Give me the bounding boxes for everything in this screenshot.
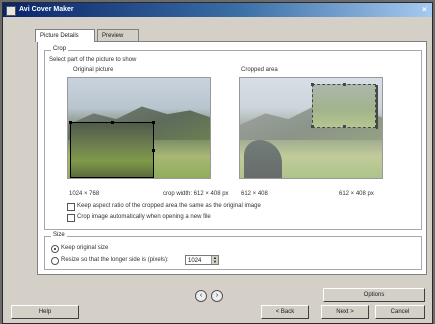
result-size-text: 612 × 408 — [241, 191, 268, 197]
title-bar[interactable]: Avi Cover Maker × — [3, 3, 432, 17]
wizard-window: Avi Cover Maker × Picture Details Previe… — [2, 2, 433, 324]
result-size-right-text: 612 × 408 px — [339, 191, 374, 197]
auto-crop-checkbox[interactable] — [67, 214, 75, 222]
preview-handle-top-left — [311, 83, 314, 86]
hills — [240, 106, 382, 140]
tab-picture-details[interactable]: Picture Details — [35, 29, 95, 42]
preview-handle-bottom-left — [311, 125, 314, 128]
help-button[interactable]: Help — [11, 305, 79, 319]
close-icon[interactable]: × — [420, 5, 429, 14]
cropped-area-label: Cropped area — [241, 67, 278, 73]
back-button[interactable]: < Back — [261, 305, 309, 319]
crop-group: Crop Select part of the picture to show … — [44, 46, 422, 230]
preview-handle-bottom — [343, 125, 346, 128]
next-button[interactable]: Next > — [321, 305, 369, 319]
cancel-button[interactable]: Cancel — [375, 305, 425, 319]
previous-icon[interactable]: ‹ — [195, 290, 207, 302]
custom-size-radio[interactable] — [51, 257, 59, 265]
custom-size-value: 1024 — [188, 258, 202, 264]
crop-handle-right[interactable] — [152, 149, 155, 152]
crop-instruction: Select part of the picture to show — [49, 57, 137, 63]
custom-size-spinner[interactable]: 1024 ▲ ▼ — [185, 255, 219, 265]
river — [244, 140, 282, 178]
tab-panel: Crop Select part of the picture to show … — [37, 41, 427, 275]
tab-preview[interactable]: Preview — [97, 29, 139, 41]
original-size-text: 1024 × 768 — [69, 191, 100, 197]
options-button[interactable]: Options — [323, 288, 425, 302]
original-picture[interactable] — [67, 77, 211, 179]
window-title: Avi Cover Maker — [19, 6, 74, 13]
keep-original-size-radio[interactable] — [51, 245, 59, 253]
crop-selection-box[interactable] — [69, 121, 155, 178]
crop-group-legend: Crop — [51, 46, 69, 52]
app-icon — [6, 6, 16, 16]
crop-size-text: crop width: 612 × 408 px — [163, 191, 229, 197]
keep-aspect-checkbox[interactable] — [67, 203, 75, 211]
auto-crop-label: Crop image automatically when opening a … — [77, 214, 211, 220]
preview-crop-edge — [376, 85, 378, 129]
crop-handle-top[interactable] — [111, 121, 114, 124]
crop-handle-top-right[interactable] — [152, 121, 155, 124]
keep-original-size-label: Keep original size — [61, 245, 109, 251]
cropped-preview — [239, 77, 383, 179]
original-picture-label: Original picture — [73, 67, 114, 73]
custom-size-label: Resize so that the longer side is (pixel… — [61, 257, 169, 263]
size-group: Size Keep original size Resize so that t… — [44, 232, 422, 270]
next-icon[interactable]: › — [211, 290, 223, 302]
preview-crop-box — [311, 83, 378, 129]
crop-handle-top-left[interactable] — [69, 121, 72, 124]
spinner-arrows-icon[interactable]: ▲ ▼ — [211, 256, 218, 264]
size-group-legend: Size — [51, 232, 67, 238]
keep-aspect-label: Keep aspect ratio of the cropped area th… — [77, 203, 261, 209]
preview-handle-top — [343, 83, 346, 86]
